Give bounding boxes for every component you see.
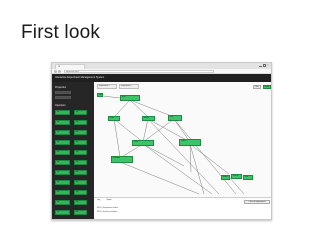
operator-item[interactable]: op (55, 140, 70, 145)
operator-item[interactable]: op (74, 210, 87, 215)
edge (113, 118, 144, 143)
app-title: Interactive Experiment Management System (55, 76, 105, 79)
maximize-icon[interactable] (263, 64, 266, 67)
workflow-node[interactable]: Split (120, 95, 140, 101)
edge (113, 118, 121, 158)
tab-log[interactable]: Log (97, 199, 100, 202)
workflow-node[interactable]: Export (221, 175, 230, 180)
minimize-icon[interactable] (259, 64, 262, 67)
property-field[interactable] (55, 96, 71, 99)
edge (129, 99, 149, 118)
properties-heading: Properties (55, 86, 66, 89)
operator-item[interactable]: op (55, 190, 70, 195)
edge (142, 143, 185, 167)
workflow-node[interactable]: Evaluate (111, 156, 133, 163)
forward-icon[interactable] (58, 70, 61, 73)
operator-item[interactable]: op (74, 130, 87, 135)
operator-item[interactable]: op (55, 200, 70, 205)
workflow-node[interactable]: Filter (108, 116, 120, 121)
operator-item[interactable]: op (55, 160, 70, 165)
edge (102, 95, 121, 99)
property-field[interactable] (55, 91, 71, 94)
workflow-canvas[interactable]: Experiment 1 Experiment 2 Run Save Data … (94, 82, 271, 197)
browser-window: UI × localhost:3000 Interactive Experime… (51, 62, 272, 220)
workflow-node[interactable]: Plot (243, 175, 253, 180)
edge (113, 99, 131, 118)
sidebar: Properties Operators op op op op op op op op op o… (52, 82, 94, 219)
operator-item[interactable]: op (55, 110, 70, 115)
operator-item[interactable]: op (74, 110, 87, 115)
operator-item[interactable]: op (55, 170, 70, 175)
operator-item[interactable]: op (55, 150, 70, 155)
slide-title: First look (21, 22, 101, 43)
edge (228, 176, 245, 195)
workflow-node[interactable]: Select (142, 116, 155, 121)
operator-item[interactable]: op (74, 180, 87, 185)
operator-item[interactable]: op (55, 120, 70, 125)
operator-item[interactable]: op (74, 120, 87, 125)
clear-experiments-button[interactable]: Clear all experiments (244, 200, 270, 204)
operators-heading: Operators (55, 104, 66, 107)
edge (119, 161, 200, 195)
operator-item[interactable]: op (55, 210, 70, 215)
app-header: Interactive Experiment Management System (52, 74, 271, 82)
operator-item[interactable]: op (74, 160, 87, 165)
edge (142, 143, 213, 195)
workflow-node[interactable]: Result (231, 174, 242, 179)
operator-item[interactable]: op (74, 140, 87, 145)
operator-item[interactable]: op (55, 180, 70, 185)
operator-item[interactable]: op (74, 200, 87, 205)
edge (142, 118, 149, 143)
edge (189, 143, 192, 173)
log-panel: Log Output Clear all experiments INFO | … (94, 197, 271, 219)
operator-item[interactable]: op (74, 170, 87, 175)
operator-item[interactable]: op (55, 130, 70, 135)
log-line: INFO | Running workflow ... (97, 211, 119, 213)
workflow-node[interactable]: Score (179, 139, 201, 146)
workflow-node[interactable]: Train (132, 140, 154, 146)
log-line: INFO | Experiment loaded (97, 207, 118, 209)
workflow-node[interactable]: Join (168, 115, 182, 121)
close-icon[interactable]: × (267, 64, 270, 67)
tab-output[interactable]: Output (106, 199, 111, 202)
address-input[interactable]: localhost:3000 (64, 70, 214, 73)
back-icon[interactable] (54, 70, 57, 73)
operator-item[interactable]: op (74, 150, 87, 155)
workflow-node[interactable]: Data Source (97, 93, 103, 97)
operator-item[interactable]: op (74, 190, 87, 195)
